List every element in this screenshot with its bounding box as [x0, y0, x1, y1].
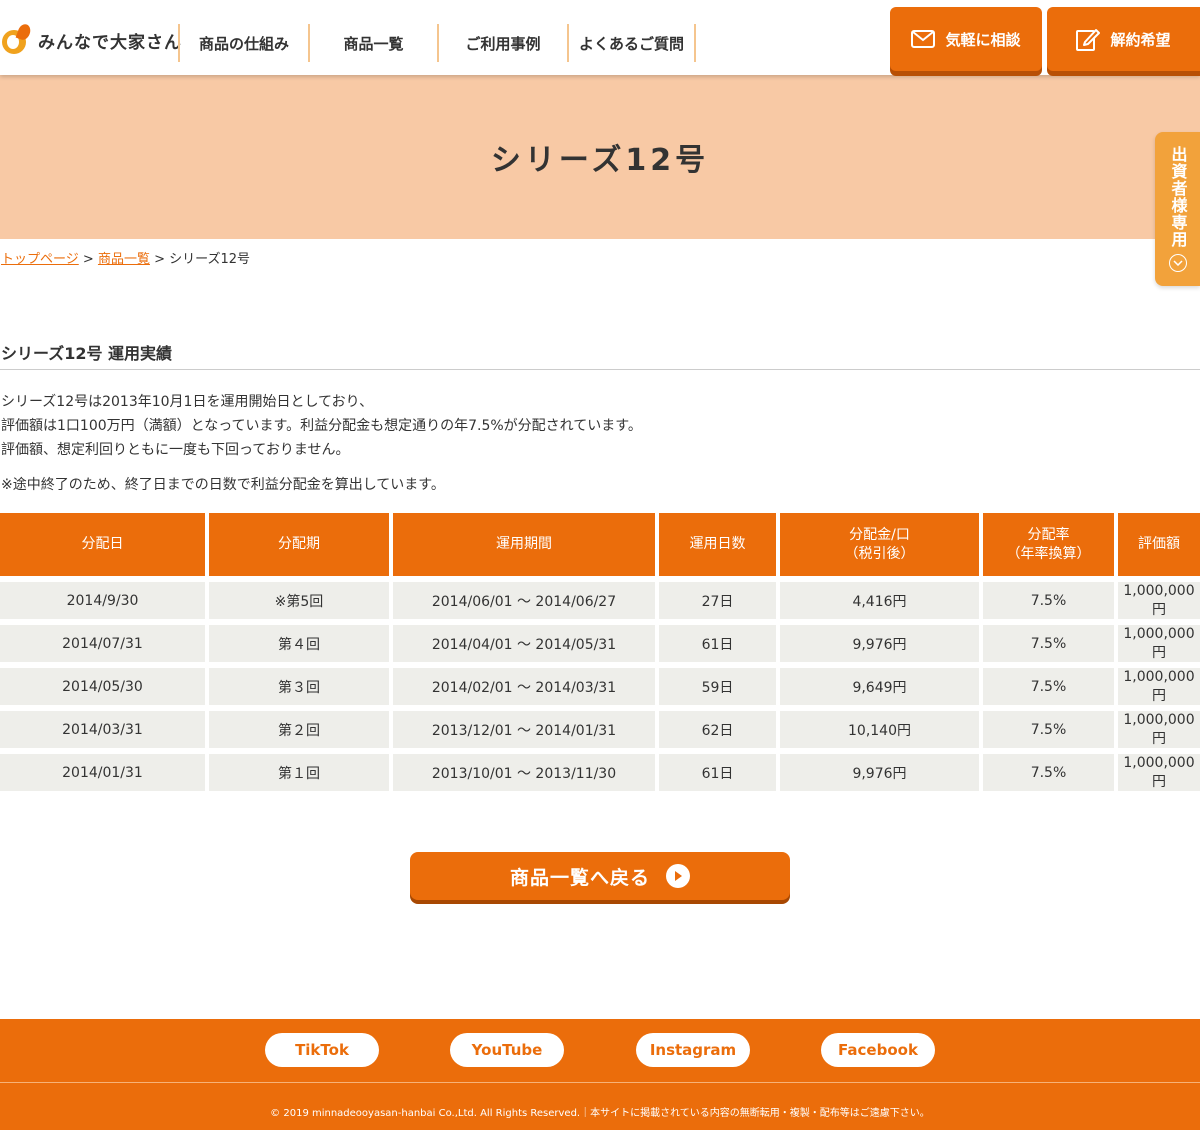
table-cell: 2014/03/31	[0, 711, 209, 748]
contact-button-label: 気軽に相談	[945, 30, 1021, 49]
table-cell: 2014/9/30	[0, 582, 209, 619]
table-cell: 2014/05/30	[0, 668, 209, 705]
nav-item-products[interactable]: 商品一覧	[308, 24, 437, 62]
facebook-link[interactable]: Facebook	[821, 1033, 935, 1067]
table-cell: 1,000,000円	[1118, 625, 1200, 662]
site-header: みんなで大家さん 商品の仕組み 商品一覧 ご利用事例 よくあるご質問 気軽に相談…	[0, 0, 1200, 75]
page-title: シリーズ12号	[490, 143, 710, 178]
table-cell: 10,140円	[780, 711, 983, 748]
table-cell: 第２回	[209, 711, 393, 748]
table-row: 2014/9/30 ※第5回 2014/06/01 ～ 2014/06/27 2…	[0, 582, 1200, 619]
intro-text: シリーズ12号は2013年10月1日を運用開始日としており、 評価額は1口100…	[1, 390, 642, 462]
investor-only-label: 出資者様専用	[1168, 146, 1188, 248]
cancel-request-label: 解約希望	[1110, 30, 1171, 49]
cancel-request-button[interactable]: 解約希望	[1047, 7, 1200, 71]
section-divider	[0, 369, 1200, 370]
header-cell: 分配期	[209, 513, 393, 576]
nav-item-faq[interactable]: よくあるご質問	[567, 24, 696, 62]
table-cell: 27日	[659, 582, 780, 619]
table-cell: 7.5%	[983, 625, 1118, 662]
table-row: 2014/03/31 第２回 2013/12/01 ～ 2014/01/31 6…	[0, 711, 1200, 748]
table-cell: 9,976円	[780, 754, 983, 791]
mail-icon	[911, 30, 936, 48]
intro-line: シリーズ12号は2013年10月1日を運用開始日としており、	[1, 394, 374, 410]
logo-mark-icon	[2, 22, 33, 56]
intro-line: 評価額、想定利回りともに一度も下回っておりません。	[1, 442, 350, 458]
site-logo[interactable]: みんなで大家さん	[2, 22, 182, 56]
header-cell: 評価額	[1118, 513, 1200, 576]
table-cell: 2013/10/01 ～ 2013/11/30	[393, 754, 659, 791]
header-cell: 運用日数	[659, 513, 780, 576]
tiktok-link[interactable]: TikTok	[265, 1033, 379, 1067]
section-title: シリーズ12号 運用実績	[1, 344, 173, 363]
edit-icon	[1076, 29, 1101, 51]
intro-line: 評価額は1口100万円（満額）となっています。利益分配金も想定通りの年7.5%が…	[1, 418, 642, 434]
site-footer: TikTok YouTube Instagram Facebook © 2019…	[0, 1019, 1200, 1130]
footer-divider	[0, 1082, 1200, 1083]
table-cell: 7.5%	[983, 754, 1118, 791]
table-cell: 9,649円	[780, 668, 983, 705]
arrow-right-circle-icon	[666, 864, 690, 888]
table-cell: 1,000,000円	[1118, 668, 1200, 705]
table-cell: 2014/02/01 ～ 2014/03/31	[393, 668, 659, 705]
table-cell: 第１回	[209, 754, 393, 791]
table-cell: 7.5%	[983, 711, 1118, 748]
table-cell: 2014/07/31	[0, 625, 209, 662]
main-nav: 商品の仕組み 商品一覧 ご利用事例 よくあるご質問	[178, 24, 696, 62]
performance-table: 分配日 分配期 運用期間 運用日数 分配金/口 （税引後） 分配率 （年率換算） 評…	[0, 513, 1200, 791]
table-cell: 第３回	[209, 668, 393, 705]
table-cell: 9,976円	[780, 625, 983, 662]
table-cell: 2014/01/31	[0, 754, 209, 791]
table-cell: 59日	[659, 668, 780, 705]
table-cell: 61日	[659, 754, 780, 791]
breadcrumb-list-link[interactable]: 商品一覧	[98, 252, 150, 267]
chevron-down-icon	[1168, 254, 1187, 272]
breadcrumb-current: シリーズ12号	[169, 252, 251, 267]
table-cell: ※第5回	[209, 582, 393, 619]
table-cell: 7.5%	[983, 668, 1118, 705]
nav-item-cases[interactable]: ご利用事例	[437, 24, 567, 62]
table-row: 2014/01/31 第１回 2013/10/01 ～ 2013/11/30 6…	[0, 754, 1200, 791]
calculation-note: ※途中終了のため、終了日までの日数で利益分配金を算出しています。	[1, 477, 445, 493]
header-cell: 分配率 （年率換算）	[983, 513, 1118, 576]
page-hero: シリーズ12号	[0, 75, 1200, 239]
table-cell: 1,000,000円	[1118, 711, 1200, 748]
breadcrumb-top-link[interactable]: トップページ	[1, 252, 79, 267]
table-cell: 2014/06/01 ～ 2014/06/27	[393, 582, 659, 619]
header-cell: 分配金/口 （税引後）	[780, 513, 983, 576]
youtube-link[interactable]: YouTube	[450, 1033, 564, 1067]
breadcrumb-separator: >	[154, 252, 165, 267]
copyright-text: © 2019 minnadeooyasan-hanbai Co.,Ltd. Al…	[270, 1108, 930, 1119]
header-cell: 運用期間	[393, 513, 659, 576]
table-row: 2014/05/30 第３回 2014/02/01 ～ 2014/03/31 5…	[0, 668, 1200, 705]
logo-text: みんなで大家さん	[38, 32, 182, 53]
table-cell: 62日	[659, 711, 780, 748]
table-cell: 7.5%	[983, 582, 1118, 619]
table-cell: 2014/04/01 ～ 2014/05/31	[393, 625, 659, 662]
table-header-row: 分配日 分配期 運用期間 運用日数 分配金/口 （税引後） 分配率 （年率換算） 評…	[0, 513, 1200, 576]
investor-only-tab[interactable]: 出資者様専用	[1155, 132, 1200, 286]
table-cell: 第４回	[209, 625, 393, 662]
breadcrumb: トップページ > 商品一覧 > シリーズ12号	[1, 248, 250, 267]
breadcrumb-separator: >	[82, 252, 94, 267]
back-to-list-label: 商品一覧へ戻る	[509, 866, 650, 889]
table-cell: 4,416円	[780, 582, 983, 619]
table-cell: 1,000,000円	[1118, 582, 1200, 619]
nav-item-mechanism[interactable]: 商品の仕組み	[178, 24, 308, 62]
table-cell: 2013/12/01 ～ 2014/01/31	[393, 711, 659, 748]
header-cell: 分配日	[0, 513, 209, 576]
contact-button[interactable]: 気軽に相談	[890, 7, 1042, 71]
table-cell: 61日	[659, 625, 780, 662]
instagram-link[interactable]: Instagram	[636, 1033, 750, 1067]
back-to-list-button[interactable]: 商品一覧へ戻る	[410, 852, 790, 900]
table-row: 2014/07/31 第４回 2014/04/01 ～ 2014/05/31 6…	[0, 625, 1200, 662]
table-cell: 1,000,000円	[1118, 754, 1200, 791]
